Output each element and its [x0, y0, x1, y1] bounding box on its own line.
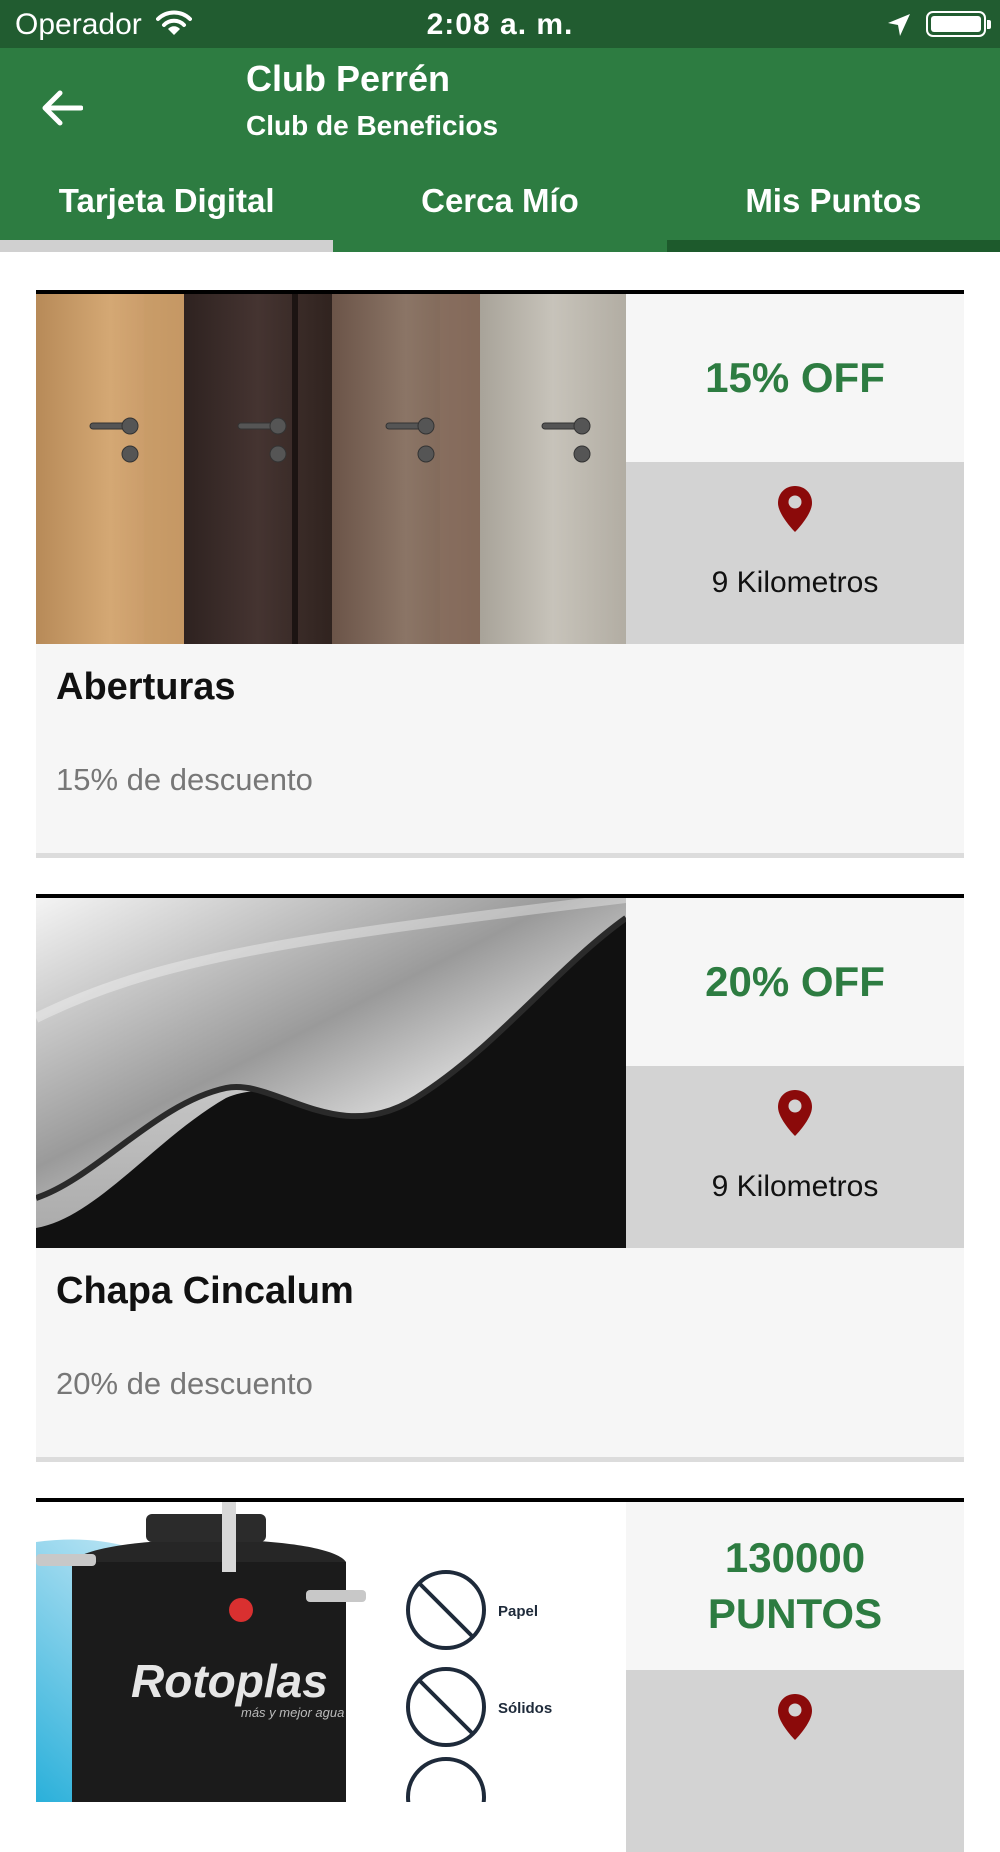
- tab-bar: Tarjeta Digital Cerca Mío Mis Puntos: [0, 166, 1000, 252]
- divider: [36, 853, 964, 858]
- distance-panel: [626, 1670, 964, 1852]
- tab-indicator: [666, 240, 1000, 252]
- location-arrow-icon: [886, 12, 912, 43]
- status-bar: Operador 2:08 a. m.: [0, 0, 1000, 48]
- distance-panel: 9 Kilometros: [626, 1066, 964, 1248]
- tab-cerca-mio[interactable]: Cerca Mío: [333, 166, 666, 252]
- battery-icon: [926, 11, 991, 37]
- water-tank-photo: Rotoplas más y mejor agua Papel Sólidos: [36, 1502, 626, 1852]
- icon-label-solidos: Sólidos: [498, 1700, 552, 1717]
- offer-label: 20% OFF: [626, 898, 964, 1066]
- offer-label: 15% OFF: [626, 294, 964, 462]
- tab-indicator-active: [0, 240, 334, 252]
- distance-text: 9 Kilometros: [711, 566, 879, 599]
- benefit-description: 15% de descuento: [56, 762, 313, 797]
- page-title: Club Perrén: [246, 58, 451, 99]
- map-pin-icon: [778, 486, 812, 532]
- icon-label-papel: Papel: [498, 1603, 538, 1620]
- benefit-card[interactable]: 20% OFF 9 Kilometros Chapa Cincalum 20% …: [36, 894, 964, 1462]
- arrow-left-icon: [42, 90, 83, 126]
- map-pin-icon: [778, 1694, 812, 1740]
- benefit-card[interactable]: 15% OFF 9 Kilometros Aberturas 15% de de…: [36, 290, 964, 858]
- offer-label: 130000 PUNTOS: [626, 1502, 964, 1670]
- brand-tagline: más y mejor agua: [241, 1705, 344, 1720]
- tab-label: Tarjeta Digital: [58, 182, 275, 219]
- benefit-card[interactable]: Rotoplas más y mejor agua Papel Sólidos …: [36, 1498, 964, 1852]
- divider: [36, 1457, 964, 1462]
- brand-logo: Rotoplas: [131, 1655, 328, 1707]
- page-subtitle: Club de Beneficios: [246, 110, 499, 141]
- back-button[interactable]: [32, 78, 92, 138]
- benefit-name: Aberturas: [56, 666, 236, 708]
- tab-tarjeta-digital[interactable]: Tarjeta Digital: [0, 166, 334, 252]
- tab-label: Cerca Mío: [421, 182, 579, 219]
- app-bar: Club Perrén Club de Beneficios Tarjeta D…: [0, 48, 1000, 252]
- distance-panel: 9 Kilometros: [626, 462, 964, 644]
- benefit-description: 20% de descuento: [56, 1366, 313, 1401]
- tab-mis-puntos[interactable]: Mis Puntos: [666, 166, 1000, 252]
- doors-photo: [36, 294, 626, 644]
- distance-text: 9 Kilometros: [711, 1170, 879, 1203]
- tab-label: Mis Puntos: [745, 182, 922, 219]
- clock: 2:08 a. m.: [426, 8, 574, 41]
- map-pin-icon: [778, 1090, 812, 1136]
- benefit-name: Chapa Cincalum: [56, 1270, 354, 1312]
- corrugated-sheet-photo: [36, 898, 626, 1248]
